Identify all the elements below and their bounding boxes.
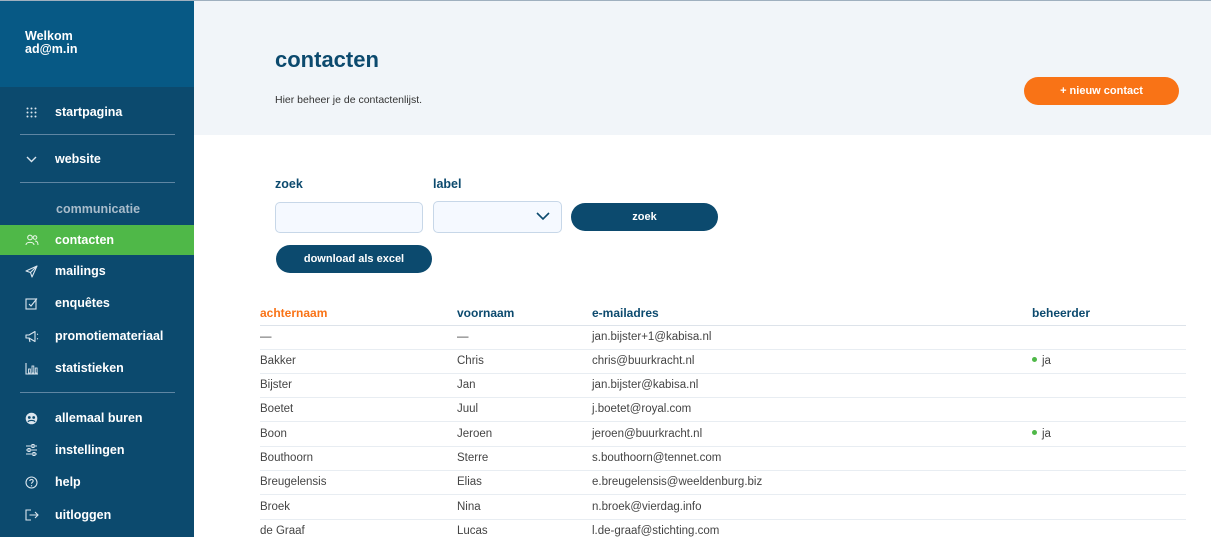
page-header: contacten Hier beheer je de contactenlij… xyxy=(194,0,1211,135)
table-row[interactable]: Breugelensis Elias e.breugelensis@weelde… xyxy=(260,472,1186,495)
sidebar-item-enquetes[interactable]: enquêtes xyxy=(0,288,194,318)
sidebar-item-label: instellingen xyxy=(55,443,125,457)
welcome-block: Welkom ad@m.in xyxy=(0,1,194,87)
sidebar: Welkom ad@m.in startpagina website commu… xyxy=(0,0,194,537)
sidebar-item-contacten[interactable]: contacten xyxy=(0,225,194,255)
table-row[interactable]: Bakker Chris chris@buurkracht.nl ja xyxy=(260,351,1186,374)
sidebar-item-instellingen[interactable]: instellingen xyxy=(0,435,194,465)
sidebar-item-label: startpagina xyxy=(55,105,123,119)
table-row[interactable]: — — jan.bijster+1@kabisa.nl xyxy=(260,327,1186,350)
grid-dots-icon xyxy=(23,107,40,118)
table-row[interactable]: Broek Nina n.broek@vierdag.info xyxy=(260,497,1186,520)
user-name: ad@m.in xyxy=(25,42,78,56)
cell-voornaam: Nina xyxy=(457,501,481,513)
cell-achternaam: Breugelensis xyxy=(260,476,327,488)
cell-email: e.breugelensis@weeldenburg.biz xyxy=(592,476,763,488)
sidebar-section-communicatie: communicatie xyxy=(56,202,141,216)
page-subtitle: Hier beheer je de contactenlijst. xyxy=(275,94,423,106)
sidebar-item-label: allemaal buren xyxy=(55,411,143,425)
table-row[interactable]: Bouthoorn Sterre s.bouthoorn@tennet.com xyxy=(260,448,1186,471)
sidebar-item-promotiemateriaal[interactable]: promotiemateriaal xyxy=(0,321,194,351)
cell-achternaam: Bouthoorn xyxy=(260,452,314,464)
cell-email: jan.bijster@kabisa.nl xyxy=(592,379,699,391)
cell-voornaam: Jan xyxy=(457,379,476,391)
status-dot-icon xyxy=(1032,357,1037,363)
download-excel-button[interactable]: download als excel xyxy=(276,245,432,273)
cell-email: j.boetet@royal.com xyxy=(592,403,692,415)
cell-achternaam: Bijster xyxy=(260,379,292,391)
cell-achternaam: Broek xyxy=(260,501,291,513)
cell-beheerder: ja xyxy=(1032,355,1051,367)
cell-email: jeroen@buurkracht.nl xyxy=(592,428,703,440)
cell-voornaam: Lucas xyxy=(457,525,488,537)
sidebar-item-mailings[interactable]: mailings xyxy=(0,256,194,286)
cell-voornaam: Juul xyxy=(457,403,479,415)
cell-email: s.bouthoorn@tennet.com xyxy=(592,452,722,464)
cell-achternaam: Boon xyxy=(260,428,287,440)
sidebar-item-label: enquêtes xyxy=(55,296,110,310)
question-circle-icon xyxy=(23,475,40,489)
neighbours-icon xyxy=(23,412,40,425)
sidebar-item-label: mailings xyxy=(55,264,106,278)
users-icon xyxy=(23,234,40,246)
label-filter-label: label xyxy=(433,177,462,191)
sidebar-item-website[interactable]: website xyxy=(0,144,194,174)
cell-voornaam: — xyxy=(457,331,469,343)
cell-voornaam: Chris xyxy=(457,355,484,367)
sidebar-item-startpagina[interactable]: startpagina xyxy=(0,97,194,127)
sidebar-item-label: statistieken xyxy=(55,361,124,375)
sidebar-divider xyxy=(20,182,175,183)
sidebar-divider xyxy=(20,392,175,393)
sidebar-item-allemaal-buren[interactable]: allemaal buren xyxy=(0,403,194,433)
table-row[interactable]: Bijster Jan jan.bijster@kabisa.nl xyxy=(260,375,1186,398)
cell-voornaam: Jeroen xyxy=(457,428,493,440)
bar-chart-icon xyxy=(23,362,40,375)
paper-plane-icon xyxy=(23,264,40,278)
beheerder-value: ja xyxy=(1042,355,1051,367)
column-header-voornaam[interactable]: voornaam xyxy=(457,306,514,320)
new-contact-button[interactable]: + nieuw contact xyxy=(1024,77,1179,105)
column-header-emailadres[interactable]: e-mailadres xyxy=(592,306,659,320)
search-label: zoek xyxy=(275,177,303,191)
sidebar-item-statistieken[interactable]: statistieken xyxy=(0,353,194,383)
sliders-icon xyxy=(23,444,40,456)
cell-email: n.broek@vierdag.info xyxy=(592,501,702,513)
sidebar-item-label: uitloggen xyxy=(55,508,112,522)
sidebar-item-label: website xyxy=(55,152,101,166)
chevron-down-icon xyxy=(536,212,550,221)
chevron-down-icon xyxy=(23,156,40,163)
cell-email: chris@buurkracht.nl xyxy=(592,355,695,367)
table-row[interactable]: Boetet Juul j.boetet@royal.com xyxy=(260,399,1186,422)
sidebar-item-help[interactable]: help xyxy=(0,467,194,497)
sidebar-item-uitloggen[interactable]: uitloggen xyxy=(0,500,194,530)
beheerder-value: ja xyxy=(1042,428,1051,440)
cell-achternaam: Bakker xyxy=(260,355,296,367)
column-header-achternaam[interactable]: achternaam xyxy=(260,306,327,320)
sidebar-item-label: contacten xyxy=(55,233,115,247)
table-header-divider xyxy=(260,325,1186,326)
page-title: contacten xyxy=(275,47,379,72)
cell-achternaam: — xyxy=(260,331,272,343)
cell-achternaam: Boetet xyxy=(260,403,294,415)
search-button[interactable]: zoek xyxy=(571,203,718,231)
status-dot-icon xyxy=(1032,430,1037,436)
table-row[interactable]: Boon Jeroen jeroen@buurkracht.nl ja xyxy=(260,424,1186,447)
cell-voornaam: Elias xyxy=(457,476,482,488)
sidebar-item-label: help xyxy=(55,475,81,489)
cell-achternaam: de Graaf xyxy=(260,525,305,537)
sidebar-divider xyxy=(20,134,175,135)
cell-voornaam: Sterre xyxy=(457,452,489,464)
checkbox-edit-icon xyxy=(23,297,40,310)
logout-icon xyxy=(23,509,40,521)
sidebar-item-label: promotiemateriaal xyxy=(55,329,164,343)
search-input[interactable] xyxy=(275,202,423,233)
megaphone-icon xyxy=(23,330,40,343)
cell-beheerder: ja xyxy=(1032,428,1051,440)
cell-email: jan.bijster+1@kabisa.nl xyxy=(592,331,712,343)
cell-email: l.de-graaf@stichting.com xyxy=(592,525,720,537)
label-select[interactable] xyxy=(433,201,562,233)
column-header-beheerder[interactable]: beheerder xyxy=(1032,306,1090,320)
table-row[interactable]: de Graaf Lucas l.de-graaf@stichting.com xyxy=(260,521,1186,537)
